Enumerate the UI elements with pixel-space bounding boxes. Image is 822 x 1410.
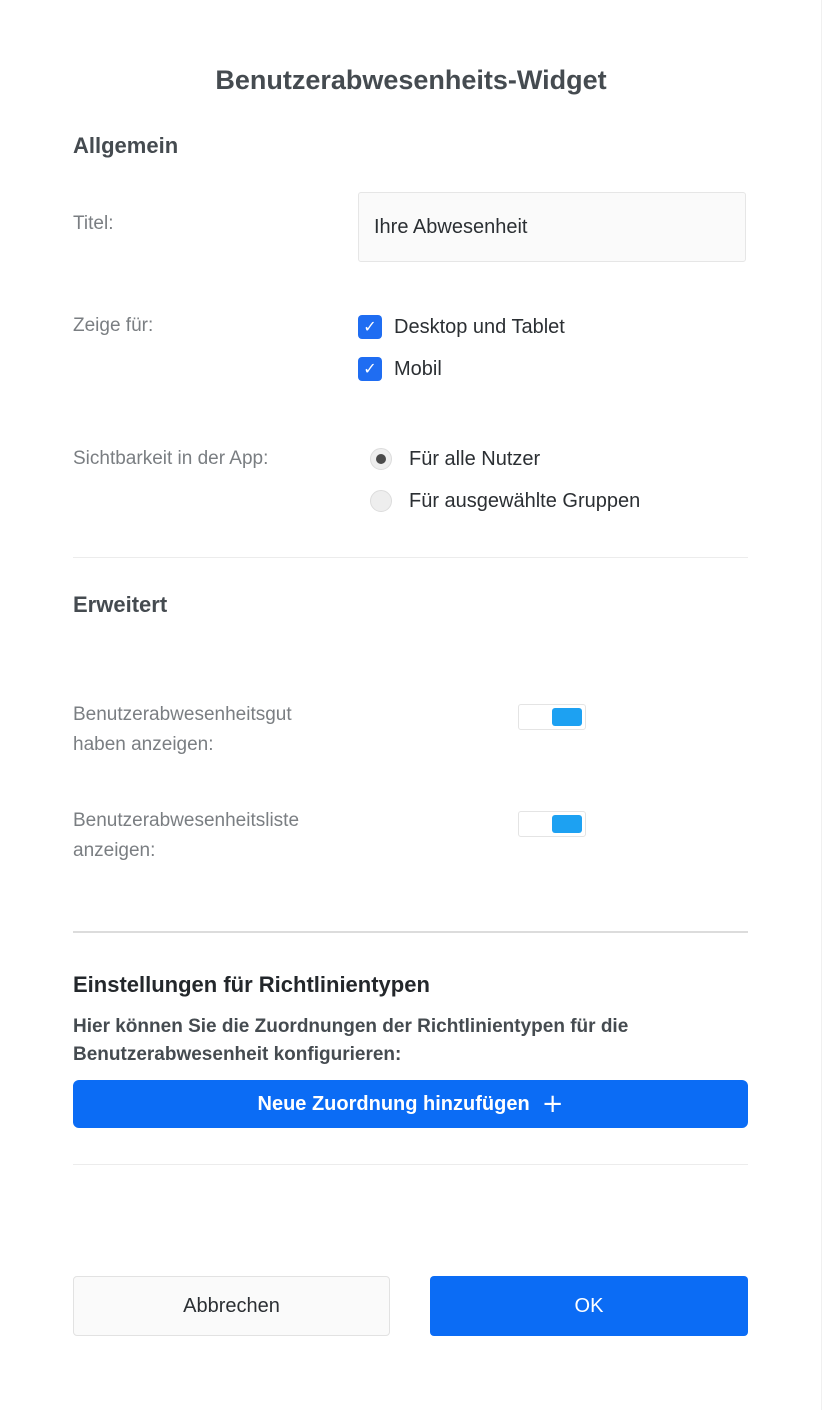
- widget-settings-dialog: Benutzerabwesenheits-Widget Allgemein Ti…: [0, 0, 822, 1410]
- list-label-line1: Benutzerabwesenheitsliste: [73, 810, 300, 831]
- title-input[interactable]: [358, 192, 746, 262]
- checkbox-mobile[interactable]: ✓ Mobil: [358, 356, 442, 382]
- show-for-label: Zeige für:: [73, 315, 154, 336]
- section-heading-policy: Einstellungen für Richtlinientypen: [73, 972, 430, 997]
- section-heading-general: Allgemein: [73, 133, 179, 158]
- checkbox-label: Mobil: [394, 357, 442, 380]
- dialog-title: Benutzerabwesenheits-Widget: [215, 65, 607, 95]
- visibility-label: Sichtbarkeit in der App:: [73, 448, 269, 469]
- add-mapping-button[interactable]: Neue Zuordnung hinzufügen +: [73, 1080, 748, 1128]
- plus-icon: +: [541, 1089, 564, 1119]
- title-label: Titel:: [73, 213, 114, 234]
- balance-label-line2: haben anzeigen:: [73, 734, 214, 755]
- list-label-line2: anzeigen:: [73, 840, 156, 861]
- balance-toggle[interactable]: [518, 704, 586, 730]
- checkbox-desktop-tablet[interactable]: ✓ Desktop und Tablet: [358, 314, 565, 340]
- radio-unselected-icon[interactable]: [370, 490, 392, 512]
- radio-selected-groups[interactable]: Für ausgewählte Gruppen: [370, 488, 640, 514]
- section-divider: [73, 931, 748, 933]
- toggle-knob: [552, 708, 582, 726]
- section-heading-advanced: Erweitert: [73, 592, 168, 617]
- section-divider: [73, 557, 748, 558]
- radio-label: Für ausgewählte Gruppen: [409, 489, 641, 512]
- checkbox-checked-icon[interactable]: ✓: [358, 357, 382, 381]
- list-toggle[interactable]: [518, 811, 586, 837]
- radio-dot: [376, 454, 386, 464]
- radio-selected-icon[interactable]: [370, 448, 392, 470]
- policy-description: Hier können Sie die Zuordnungen der Rich…: [73, 1016, 629, 1065]
- balance-label-line1: Benutzerabwesenheitsgut: [73, 704, 292, 725]
- checkbox-label: Desktop und Tablet: [394, 315, 565, 338]
- radio-label: Für alle Nutzer: [409, 447, 541, 470]
- ok-button[interactable]: OK: [430, 1276, 748, 1336]
- checkbox-checked-icon[interactable]: ✓: [358, 315, 382, 339]
- cancel-button[interactable]: Abbrechen: [73, 1276, 390, 1336]
- section-divider: [73, 1164, 748, 1165]
- radio-all-users[interactable]: Für alle Nutzer: [370, 446, 540, 472]
- add-mapping-label: Neue Zuordnung hinzufügen: [257, 1092, 530, 1115]
- toggle-knob: [552, 815, 582, 833]
